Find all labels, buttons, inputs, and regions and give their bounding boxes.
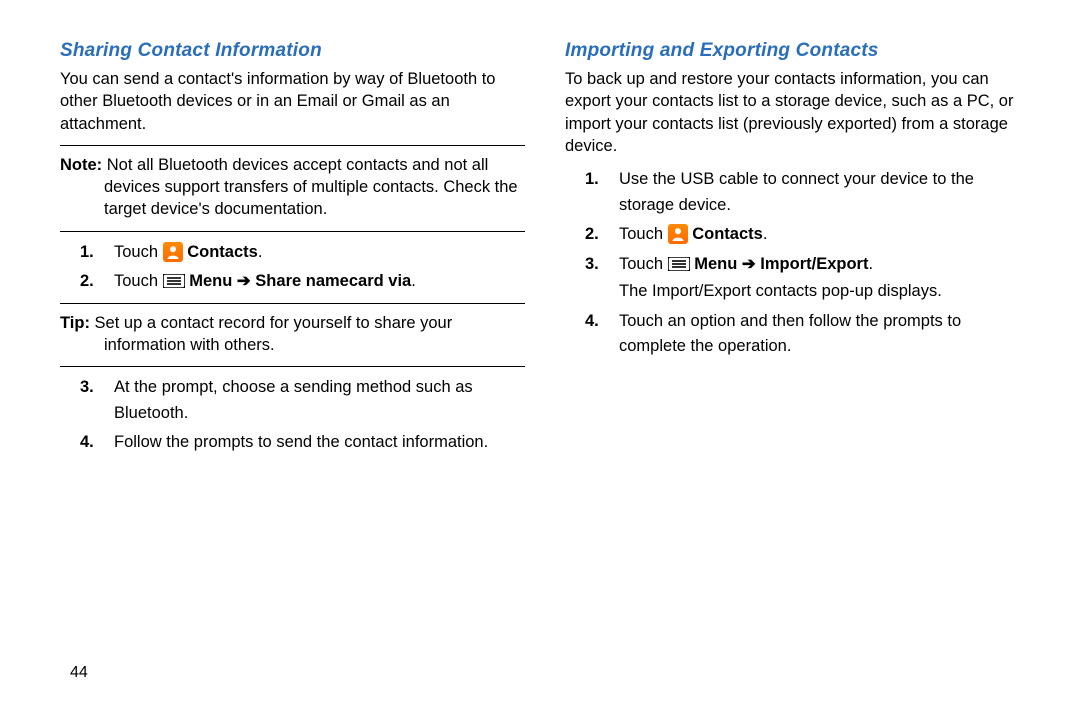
share-label: Share namecard via xyxy=(251,272,412,290)
steps-list: 1. Use the USB cable to connect your dev… xyxy=(565,167,1030,360)
note-text: Not all Bluetooth devices accept contact… xyxy=(102,156,517,219)
note-block: Note: Not all Bluetooth devices accept c… xyxy=(60,154,525,221)
contacts-icon xyxy=(163,242,183,262)
menu-label: Menu xyxy=(189,272,237,290)
arrow-icon: ➔ xyxy=(237,272,251,290)
step-number: 4. xyxy=(80,430,94,456)
step-item: 4. Touch an option and then follow the p… xyxy=(565,309,1030,360)
note-label: Note: xyxy=(60,156,102,174)
divider xyxy=(60,145,525,146)
step-number: 3. xyxy=(585,252,599,278)
step-number: 3. xyxy=(80,375,94,401)
tip-block: Tip: Set up a contact record for yoursel… xyxy=(60,312,525,357)
intro-paragraph: You can send a contact's information by … xyxy=(60,68,525,135)
step-text: Touch xyxy=(619,225,668,243)
page-number: 44 xyxy=(70,664,88,682)
right-column: Importing and Exporting Contacts To back… xyxy=(565,40,1030,464)
contacts-label: Contacts xyxy=(692,225,763,243)
step-number: 2. xyxy=(585,222,599,248)
divider xyxy=(60,303,525,304)
divider xyxy=(60,366,525,367)
manual-page: Sharing Contact Information You can send… xyxy=(0,0,1080,484)
step-text: Touch xyxy=(114,272,163,290)
contacts-icon xyxy=(668,224,688,244)
step-text: At the prompt, choose a sending method s… xyxy=(114,378,473,422)
tip-label: Tip: xyxy=(60,314,90,332)
contacts-label: Contacts xyxy=(187,243,258,261)
step-number: 1. xyxy=(80,240,94,266)
step-item: 1. Use the USB cable to connect your dev… xyxy=(565,167,1030,218)
section-heading-sharing: Sharing Contact Information xyxy=(60,40,525,62)
left-column: Sharing Contact Information You can send… xyxy=(60,40,525,464)
step-number: 2. xyxy=(80,269,94,295)
tip-text: Set up a contact record for yourself to … xyxy=(90,314,452,354)
step-number: 4. xyxy=(585,309,599,335)
step-item: 2. Touch Contacts. xyxy=(565,222,1030,248)
arrow-icon: ➔ xyxy=(742,255,756,273)
step-subtext: The Import/Export contacts pop-up displa… xyxy=(619,279,1030,305)
section-heading-importing: Importing and Exporting Contacts xyxy=(565,40,1030,62)
divider xyxy=(60,231,525,232)
step-item: 4. Follow the prompts to send the contac… xyxy=(60,430,525,456)
menu-icon xyxy=(163,274,185,288)
steps-list: 1. Touch Contacts. 2. Touch Menu ➔ Share… xyxy=(60,240,525,295)
menu-label: Menu xyxy=(694,255,742,273)
step-item: 3. At the prompt, choose a sending metho… xyxy=(60,375,525,426)
step-item: 1. Touch Contacts. xyxy=(60,240,525,266)
import-export-label: Import/Export xyxy=(756,255,869,273)
step-text: Touch xyxy=(619,255,668,273)
step-item: 3. Touch Menu ➔ Import/Export. The Impor… xyxy=(565,252,1030,305)
step-text: Use the USB cable to connect your device… xyxy=(619,170,974,214)
intro-paragraph: To back up and restore your contacts inf… xyxy=(565,68,1030,157)
step-item: 2. Touch Menu ➔ Share namecard via. xyxy=(60,269,525,295)
steps-list-cont: 3. At the prompt, choose a sending metho… xyxy=(60,375,525,456)
step-text: Touch an option and then follow the prom… xyxy=(619,312,961,356)
step-number: 1. xyxy=(585,167,599,193)
step-text: Follow the prompts to send the contact i… xyxy=(114,433,488,451)
menu-icon xyxy=(668,257,690,271)
step-text: Touch xyxy=(114,243,163,261)
